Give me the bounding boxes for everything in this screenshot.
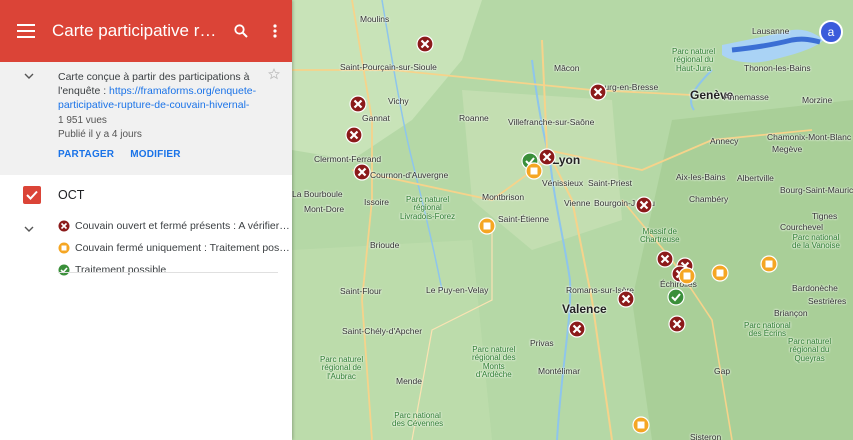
- park-label: Parc naturel régional de l'Aubrac: [320, 355, 364, 381]
- place-label: Brioude: [370, 240, 400, 250]
- map-canvas[interactable]: Moulins Saint-Pourçain-sur-Sioule Vichy Gan…: [292, 0, 853, 440]
- orange-square-marker[interactable]: [678, 267, 696, 285]
- park-label: Parc naturel régional Livradois-Forez: [400, 195, 456, 221]
- view-count: 1 951 vues: [58, 114, 107, 126]
- orange-square-marker[interactable]: [760, 255, 778, 273]
- star-icon[interactable]: [268, 68, 280, 84]
- place-label: Annemasse: [724, 92, 769, 102]
- map-title: Carte participative rupture...: [52, 21, 224, 40]
- park-label: Parc naturel régional des Monts d'Ardèch…: [472, 345, 516, 380]
- red-cross-marker-icon: [58, 220, 70, 232]
- place-label: Bourg-Saint-Maurice: [780, 185, 853, 195]
- place-label: Morzine: [802, 95, 833, 105]
- place-label: Montbrison: [482, 192, 525, 202]
- place-label: Gap: [714, 366, 731, 376]
- place-label: Vichy: [388, 96, 409, 106]
- red-cross-marker[interactable]: [416, 35, 434, 53]
- place-label: Villefranche-sur-Saône: [508, 117, 595, 127]
- place-label: Albertville: [737, 173, 774, 183]
- park-label: Parc naturel régional du Queyras: [788, 337, 832, 363]
- map-description: Carte conçue à partir des participations…: [0, 62, 292, 176]
- red-cross-marker[interactable]: [635, 196, 653, 214]
- place-label: Annecy: [710, 136, 739, 146]
- red-cross-marker[interactable]: [668, 315, 686, 333]
- search-icon[interactable]: [224, 0, 258, 62]
- legend-item[interactable]: Traitement possible: [58, 259, 292, 281]
- orange-square-marker[interactable]: [711, 264, 729, 282]
- place-label: Le Puy-en-Velay: [426, 285, 489, 295]
- published-date: Publié il y a 4 jours: [58, 129, 142, 141]
- place-label: Sisteron: [690, 432, 722, 440]
- red-cross-marker[interactable]: [349, 95, 367, 113]
- place-label: Vienne: [564, 198, 591, 208]
- red-cross-marker[interactable]: [345, 126, 363, 144]
- place-label: Vénissieux: [542, 178, 584, 188]
- place-label: Briançon: [774, 308, 808, 318]
- sidebar: Carte participative rupture... Carte con…: [0, 0, 292, 440]
- divider: [58, 272, 278, 273]
- edit-button[interactable]: MODIFIER: [130, 148, 181, 162]
- place-label: Tignes: [812, 211, 838, 221]
- place-label: Saint-Étienne: [498, 214, 550, 224]
- place-label: Roanne: [459, 113, 489, 123]
- orange-square-marker[interactable]: [478, 217, 496, 235]
- place-label: Privas: [530, 338, 554, 348]
- place-label: Courchevel: [780, 222, 823, 232]
- red-cross-marker[interactable]: [353, 163, 371, 181]
- chevron-down-icon[interactable]: [24, 220, 34, 238]
- place-label: Thonon-les-Bains: [744, 63, 811, 73]
- place-label: Megève: [772, 144, 803, 154]
- park-label: Parc national des Cévennes: [392, 411, 444, 429]
- green-check-marker[interactable]: [667, 288, 685, 306]
- orange-square-marker[interactable]: [632, 416, 650, 434]
- share-button[interactable]: PARTAGER: [58, 148, 114, 162]
- place-label: Mâcon: [554, 63, 580, 73]
- layer-name: OCT: [58, 188, 85, 203]
- place-label: Valence: [562, 302, 607, 316]
- description-text: Carte conçue à partir des participations…: [58, 71, 257, 112]
- place-label: Mende: [396, 376, 422, 386]
- place-label: Saint-Pourçain-sur-Sioule: [340, 62, 437, 72]
- park-label: Parc naturel régional du Haut-Jura: [672, 47, 716, 73]
- red-cross-marker[interactable]: [589, 83, 607, 101]
- place-label: Moulins: [360, 14, 390, 24]
- place-label: Bardonèche: [792, 283, 838, 293]
- red-cross-marker[interactable]: [568, 320, 586, 338]
- place-label: Clermont-Ferrand: [314, 154, 382, 164]
- place-label: Saint-Flour: [340, 286, 382, 296]
- place-label: Lyon: [552, 153, 581, 167]
- place-label: Montélimar: [538, 366, 581, 376]
- orange-square-marker-icon: [58, 242, 70, 254]
- place-label: Saint-Chély-d'Apcher: [342, 326, 423, 336]
- place-label: Sestrières: [808, 296, 847, 306]
- place-label: Issoire: [364, 197, 390, 207]
- park-label: Parc national de la Vanoise: [792, 233, 840, 251]
- layer-checkbox[interactable]: [23, 186, 41, 205]
- legend-item[interactable]: Couvain ouvert et fermé présents : A vér…: [58, 215, 292, 237]
- chevron-down-icon[interactable]: [24, 70, 34, 84]
- red-cross-marker[interactable]: [617, 290, 635, 308]
- menu-icon[interactable]: [0, 0, 52, 62]
- place-label: Chambéry: [689, 194, 729, 204]
- legend-item[interactable]: Couvain fermé uniquement : Traitement po…: [58, 237, 292, 259]
- place-label: Saint-Priest: [588, 178, 632, 188]
- layer-row: OCT: [0, 175, 292, 215]
- more-options-icon[interactable]: [258, 0, 292, 62]
- place-label: Mont-Dore: [304, 204, 345, 214]
- header-bar: Carte participative rupture...: [0, 0, 292, 62]
- place-label: Aix-les-Bains: [676, 172, 726, 182]
- place-label: Gannat: [362, 113, 390, 123]
- place-label: Lausanne: [752, 26, 790, 36]
- place-label: Cournon-d'Auvergne: [370, 170, 449, 180]
- account-avatar[interactable]: a: [819, 20, 843, 44]
- green-check-marker-icon: [58, 264, 70, 276]
- park-label: Parc national des Écrins: [744, 321, 791, 339]
- orange-square-marker[interactable]: [525, 162, 543, 180]
- place-label: Chamonix-Mont-Blanc: [767, 132, 852, 142]
- park-label: Massif de Chartreuse: [640, 227, 680, 245]
- place-label: La Bourboule: [292, 189, 343, 199]
